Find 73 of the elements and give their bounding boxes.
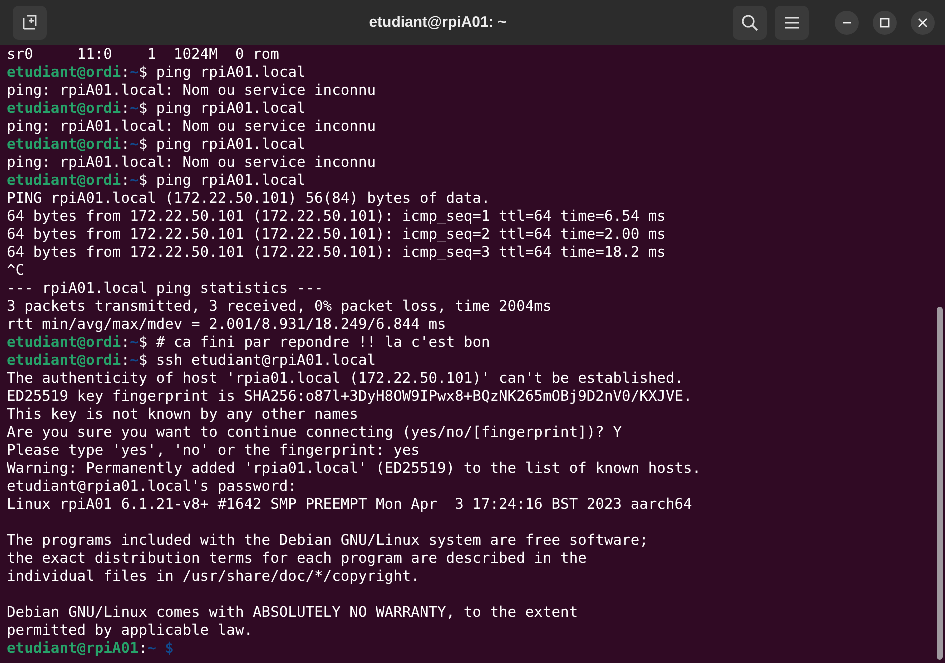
scrollbar-thumb[interactable] — [937, 307, 943, 660]
prompt-symbol: $ — [138, 334, 148, 351]
prompt-separator: : — [138, 640, 148, 657]
terminal-output-line: ping: rpiA01.local: Nom ou service inconnu — [7, 118, 376, 135]
new-tab-icon — [22, 14, 38, 30]
prompt-symbol: $ — [138, 64, 148, 81]
terminal-command: ping rpiA01.local — [155, 64, 306, 81]
terminal-command: # ca fini par repondre !! la c'est bon — [155, 334, 490, 351]
terminal-command: ping rpiA01.local — [155, 172, 306, 189]
prompt-separator: : — [121, 352, 130, 369]
close-icon — [918, 18, 928, 28]
terminal-output-line: Linux rpiA01 6.1.21-v8+ #1642 SMP PREEMPT Mon Apr 3 17:24:16 BST 2023 aarch64 — [7, 496, 692, 513]
prompt-symbol: $ — [165, 640, 174, 657]
terminal-output-line: permitted by applicable law. — [7, 622, 254, 639]
prompt-path: ~ — [130, 352, 139, 369]
terminal-output-line: the exact distribution terms for each program are described in the — [7, 550, 587, 567]
window-title: etudiant@rpiA01: ~ — [368, 14, 508, 31]
prompt-path: ~ — [148, 640, 158, 657]
minimize-icon — [842, 22, 852, 24]
terminal-output-line: This key is not known by any other names — [7, 406, 358, 423]
search-icon — [741, 14, 759, 32]
menu-icon — [784, 16, 800, 30]
prompt-path: ~ — [130, 64, 139, 81]
terminal-output-line: individual files in /usr/share/doc/*/copyright. — [7, 568, 420, 585]
terminal-output-line: rtt min/avg/max/mdev = 2.001/8.931/18.249/6.844 ms — [7, 316, 446, 333]
terminal-output-line: PING rpiA01.local (172.22.50.101) 56(84) bytes of data. — [7, 190, 490, 207]
terminal-output-line: 3 packets transmitted, 3 received, 0% packet loss, time 2004ms — [7, 298, 552, 315]
prompt-separator: : — [121, 136, 130, 153]
prompt-user-host: etudiant@ordi — [7, 352, 122, 369]
terminal-output-line: ^C — [7, 262, 25, 279]
prompt-symbol: $ — [138, 100, 148, 117]
minimize-button[interactable] — [835, 10, 859, 34]
terminal-command: ping rpiA01.local — [155, 136, 306, 153]
prompt-separator: : — [121, 334, 130, 351]
terminal-output-line: --- rpiA01.local ping statistics --- — [7, 280, 324, 297]
terminal-output-line: The authenticity of host 'rpia01.local (172.22.50.101)' can't be established. — [7, 370, 684, 387]
search-button[interactable] — [733, 6, 767, 40]
terminal-output-line: Please type 'yes', 'no' or the fingerprint: yes — [7, 442, 420, 459]
prompt-user-host: etudiant@ordi — [7, 136, 122, 153]
prompt-symbol: $ — [138, 352, 148, 369]
terminal-output-line: 64 bytes from 172.22.50.101 (172.22.50.101): icmp_seq=1 ttl=64 time=6.54 ms — [7, 208, 666, 225]
terminal-output-line: Debian GNU/Linux comes with ABSOLUTELY NO WARRANTY, to the extent — [7, 604, 578, 621]
terminal-output-line: 64 bytes from 172.22.50.101 (172.22.50.101): icmp_seq=2 ttl=64 time=2.00 ms — [7, 226, 666, 243]
terminal-output-line: Are you sure you want to continue connecting (yes/no/[fingerprint])? Y — [7, 424, 622, 441]
prompt-path: ~ — [130, 334, 139, 351]
menu-button[interactable] — [775, 6, 809, 40]
terminal-output-line: etudiant@rpia01.local's password: — [7, 478, 297, 495]
prompt-separator: : — [121, 172, 130, 189]
prompt-user-host: etudiant@ordi — [7, 334, 122, 351]
terminal-command: ping rpiA01.local — [155, 100, 306, 117]
new-tab-button[interactable] — [13, 6, 47, 40]
prompt-symbol: $ — [138, 136, 148, 153]
prompt-user-host: etudiant@ordi — [7, 100, 122, 117]
terminal-output-line: sr0 11:0 1 1024M 0 rom — [7, 46, 280, 63]
prompt-user-host: etudiant@ordi — [7, 64, 122, 81]
prompt-path: ~ — [130, 136, 139, 153]
maximize-button[interactable] — [873, 10, 897, 34]
prompt-symbol: $ — [138, 172, 148, 189]
close-button[interactable] — [911, 10, 935, 34]
prompt-path: ~ — [130, 100, 139, 117]
terminal-output-line: ED25519 key fingerprint is SHA256:o87l+3DyH8OW9IPwx8+BQzNK265mOBj9D2nV0/KXJVE. — [7, 388, 692, 405]
terminal-output-line: 64 bytes from 172.22.50.101 (172.22.50.101): icmp_seq=3 ttl=64 time=18.2 ms — [7, 244, 666, 261]
terminal-output-line: ping: rpiA01.local: Nom ou service inconnu — [7, 82, 376, 99]
terminal-command: ssh etudiant@rpiA01.local — [155, 352, 376, 369]
terminal-output-line: The programs included with the Debian GNU/Linux system are free software; — [7, 532, 648, 549]
prompt-separator: : — [121, 100, 130, 117]
terminal-output-line: Warning: Permanently added 'rpia01.local' (ED25519) to the list of known hosts. — [7, 460, 702, 477]
prompt-separator: : — [121, 64, 130, 81]
prompt-user-host: etudiant@ordi — [7, 172, 122, 189]
prompt-user-host: etudiant@rpiA01 — [7, 640, 139, 657]
prompt-path: ~ — [130, 172, 139, 189]
maximize-icon — [880, 18, 890, 28]
terminal-output-line: ping: rpiA01.local: Nom ou service inconnu — [7, 154, 376, 171]
